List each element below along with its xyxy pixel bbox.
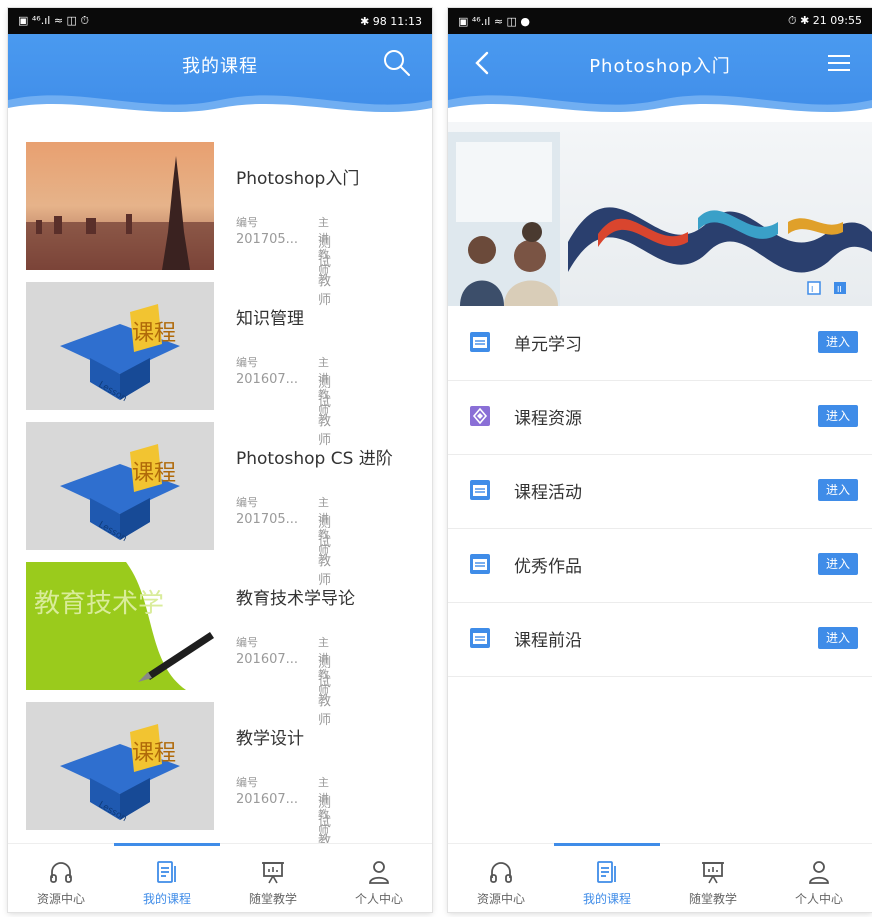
nav-label: 个人中心 (794, 892, 843, 906)
svg-text:教育技术学: 教育技术学 (34, 589, 164, 619)
course-name: 教学设计 (236, 729, 304, 749)
course-item[interactable]: 课程 Lesson 教学设计 编号主讲教师 201607...测试教师 (26, 702, 426, 868)
course-thumbnail-lesson: 课程 Lesson (26, 282, 214, 410)
bottom-nav: 资源中心 我的课程 随堂教学 个人中心 (448, 843, 872, 912)
course-number: 201705... (236, 512, 299, 527)
nav-classroom-teaching[interactable]: 随堂教学 (660, 844, 766, 912)
nav-personal-center[interactable]: 个人中心 (766, 844, 872, 912)
svg-text:课程: 课程 (132, 461, 176, 486)
menu-label: 优秀作品 (514, 557, 582, 577)
course-name: 知识管理 (236, 309, 304, 329)
menu-row-course-resources[interactable]: 课程资源 进入 (448, 380, 872, 455)
nav-label: 我的课程 (142, 892, 191, 906)
course-number: 201705... (236, 232, 299, 247)
status-left-icons: ▣ ⁴⁶.ıl ≈ ◫ ● (458, 14, 531, 28)
nav-resource-center[interactable]: 资源中心 (448, 844, 554, 912)
app-header: Photoshop入门 (448, 34, 872, 122)
enter-button[interactable]: 进入 (818, 405, 858, 427)
number-label: 编号 (236, 356, 258, 369)
folder-icon (470, 332, 490, 352)
bottom-nav: 资源中心 我的课程 随堂教学 个人中心 (8, 843, 432, 912)
menu-row-unit-study[interactable]: 单元学习 进入 (448, 306, 872, 381)
number-label: 编号 (236, 216, 258, 229)
course-thumbnail-edu: 教育技术学 (26, 562, 214, 690)
course-thumbnail-city (26, 142, 214, 270)
nav-label: 随堂教学 (248, 892, 297, 906)
headphones-icon (490, 862, 512, 883)
menu-row-excellent-works[interactable]: 优秀作品 进入 (448, 528, 872, 603)
menu-label: 课程资源 (514, 409, 582, 429)
nav-label: 资源中心 (476, 892, 525, 906)
presentation-board-icon (262, 862, 284, 884)
course-number: 201607... (236, 652, 299, 667)
resource-diamond-icon (470, 406, 490, 426)
course-thumbnail-lesson: 课程 Lesson (26, 702, 214, 830)
nav-my-courses[interactable]: 我的课程 (114, 843, 220, 912)
course-thumbnail-lesson: 课程 Lesson (26, 422, 214, 550)
status-bar: ▣ ⁴⁶.ıl ≈ ◫ ⏱ ✱ 98 11:13 (8, 8, 432, 34)
status-left-icons: ▣ ⁴⁶.ıl ≈ ◫ ⏱ (18, 14, 89, 27)
headphones-icon (50, 862, 72, 883)
svg-text:课程: 课程 (132, 321, 176, 346)
user-icon (809, 861, 829, 884)
header-wave (448, 95, 872, 122)
course-name: 教育技术学导论 (236, 589, 355, 609)
book-list-icon (597, 861, 616, 883)
number-label: 编号 (236, 496, 258, 509)
banner-dot-label: II (837, 285, 842, 294)
menu-icon[interactable] (824, 48, 854, 78)
folder-icon (470, 628, 490, 648)
enter-button[interactable]: 进入 (818, 553, 858, 575)
menu-label: 课程前沿 (514, 631, 582, 651)
folder-icon (470, 554, 490, 574)
course-name: Photoshop入门 (236, 169, 360, 189)
menu-row-course-frontier[interactable]: 课程前沿 进入 (448, 602, 872, 677)
course-item[interactable]: 课程 Lesson Photoshop CS 进阶 编号 主讲教师 201705.… (26, 422, 426, 588)
app-header: 我的课程 (8, 34, 432, 122)
course-detail-screen: ▣ ⁴⁶.ıl ≈ ◫ ● ⏱ ✱ 21 09:55 Photoshop入门 I (448, 8, 872, 912)
nav-my-courses[interactable]: 我的课程 (554, 843, 660, 912)
menu-label: 单元学习 (514, 335, 582, 355)
nav-label: 个人中心 (354, 892, 403, 906)
presentation-board-icon (702, 862, 724, 884)
nav-label: 资源中心 (36, 892, 85, 906)
banner-dot-label: I (811, 285, 813, 294)
course-item[interactable]: 课程 Lesson 知识管理 编号 主讲教师 201607... 测试教师 (26, 282, 426, 448)
course-number: 201607... (236, 792, 299, 807)
banner-dot[interactable] (807, 281, 821, 295)
number-label: 编号 (236, 636, 258, 649)
status-bar: ▣ ⁴⁶.ıl ≈ ◫ ● ⏱ ✱ 21 09:55 (448, 8, 872, 34)
course-banner[interactable]: I II (448, 122, 872, 306)
page-title: 我的课程 (182, 56, 258, 77)
folder-icon (470, 480, 490, 500)
nav-personal-center[interactable]: 个人中心 (326, 844, 432, 912)
user-icon (369, 861, 389, 884)
search-icon[interactable] (382, 48, 412, 78)
number-label: 编号 (236, 776, 258, 789)
menu-label: 课程活动 (514, 483, 582, 503)
status-right-text: ⏱ ✱ 21 09:55 (788, 14, 862, 27)
nav-resource-center[interactable]: 资源中心 (8, 844, 114, 912)
nav-label: 我的课程 (582, 892, 631, 906)
nav-classroom-teaching[interactable]: 随堂教学 (220, 844, 326, 912)
status-right-text: ✱ 98 11:13 (360, 14, 422, 28)
menu-row-course-activities[interactable]: 课程活动 进入 (448, 454, 872, 529)
svg-text:课程: 课程 (132, 741, 176, 766)
course-item[interactable]: Photoshop入门 编号 主讲教师 201705... 测试教师 (26, 142, 426, 308)
course-item[interactable]: 教育技术学 教育技术学导论 编号 主讲教师 201607... 测试教师 (26, 562, 426, 728)
enter-button[interactable]: 进入 (818, 627, 858, 649)
nav-label: 随堂教学 (688, 892, 737, 906)
header-wave (8, 95, 432, 122)
course-name: Photoshop CS 进阶 (236, 449, 393, 469)
page-title: Photoshop入门 (589, 56, 731, 77)
enter-button[interactable]: 进入 (818, 479, 858, 501)
course-number: 201607... (236, 372, 299, 387)
book-list-icon (157, 861, 176, 883)
my-courses-screen: ▣ ⁴⁶.ıl ≈ ◫ ⏱ ✱ 98 11:13 我的课程 Photoshop入… (8, 8, 432, 912)
enter-button[interactable]: 进入 (818, 331, 858, 353)
